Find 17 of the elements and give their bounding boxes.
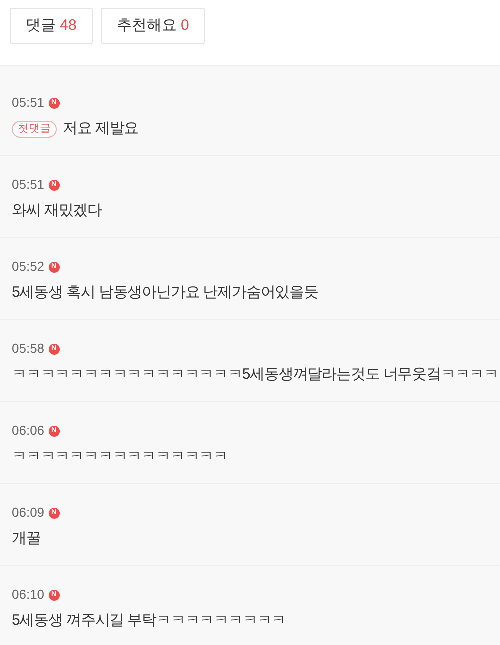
- tab[interactable]: 추천해요 0: [100, 8, 206, 44]
- comment-time: 05:58: [12, 341, 45, 357]
- comment-time: 05:52: [12, 259, 45, 275]
- comment-time: 05:51: [12, 177, 45, 193]
- tab[interactable]: 댓글 48: [10, 8, 93, 44]
- comment-text: 5세동생 껴주시길 부탁ㅋㅋㅋㅋㅋㅋㅋㅋㅋ: [12, 611, 286, 631]
- comment-text: 저요 제발요: [63, 119, 139, 139]
- comment-time: 06:10: [12, 587, 45, 603]
- comment-text: 개꿀: [12, 529, 41, 549]
- comment-time: 06:06: [12, 423, 45, 439]
- comment-text: 5세동생 혹시 남동생아닌가요 난제가숨어있을듯: [12, 283, 318, 303]
- comment-text: ㅋㅋㅋㅋㅋㅋㅋㅋㅋㅋㅋㅋㅋㅋㅋㅋ5세동생껴달라는것도 너무웃겈ㅋㅋㅋㅋ: [12, 365, 499, 385]
- comment-text: 와씨 재밌겠다: [12, 201, 102, 221]
- comment-time: 05:51: [12, 95, 45, 111]
- first-comment-tag: 첫댓글: [12, 120, 57, 138]
- comment-time: 06:09: [12, 505, 45, 521]
- comment-text: ㅋㅋㅋㅋㅋㅋㅋㅋㅋㅋㅋㅋㅋㅋㅋ: [12, 447, 228, 467]
